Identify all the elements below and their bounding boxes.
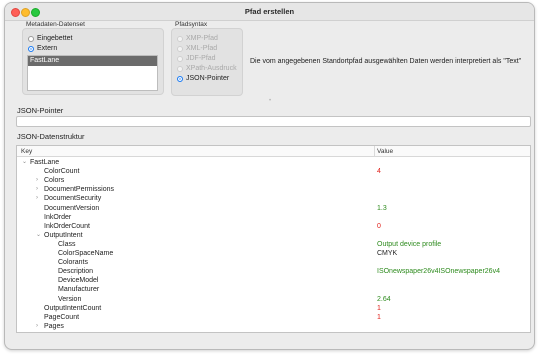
tree-row[interactable]: Manufacturer xyxy=(17,285,530,294)
row-key: ColorSpaceName xyxy=(58,250,114,257)
tree-row[interactable]: Colorants xyxy=(17,258,530,267)
tree-row[interactable]: OutputIntentCount 1 xyxy=(17,304,530,313)
row-key: DeviceModel xyxy=(58,277,99,285)
tree-row[interactable]: ⌄ FastLane xyxy=(17,158,530,167)
tree-row[interactable]: Class Output device profile xyxy=(17,240,530,249)
column-divider[interactable] xyxy=(374,146,375,156)
radio-label: XMP-Pfad xyxy=(186,35,218,42)
json-structure-label: JSON-Datenstruktur xyxy=(17,132,85,141)
disclosure-closed-icon[interactable]: › xyxy=(36,194,38,203)
row-key: Colors xyxy=(44,177,65,185)
tree-row[interactable]: Version 2.64 xyxy=(17,295,530,304)
row-key: Pages xyxy=(44,322,64,330)
radio-extern[interactable]: Extern xyxy=(28,45,57,52)
radio-button-selected-icon xyxy=(177,75,183,82)
radio-button-selected-icon xyxy=(28,45,34,52)
row-value: 0 xyxy=(377,222,381,230)
dataset-list[interactable]: FastLane xyxy=(27,55,158,91)
radio-eingebettet[interactable]: Eingebettet xyxy=(28,35,72,42)
json-pointer-label: JSON-Pointer xyxy=(17,106,64,115)
row-key: PageCount xyxy=(44,313,80,321)
row-key: Description xyxy=(58,268,94,276)
radio-json-pointer[interactable]: JSON-Pointer xyxy=(177,75,229,82)
row-key: ColorCount xyxy=(44,168,80,176)
column-header-value[interactable]: Value xyxy=(377,148,393,155)
row-value: 2.64 xyxy=(377,295,391,303)
radio-xpath-ausdruck[interactable]: XPath-Ausdruck xyxy=(177,65,237,72)
row-value: Output device profile xyxy=(377,240,442,248)
disclosure-open-icon[interactable]: ⌄ xyxy=(36,231,41,240)
row-key: InkOrder xyxy=(44,213,72,221)
disclosure-open-icon[interactable]: ⌄ xyxy=(22,158,27,167)
row-key: DocumentSecurity xyxy=(44,195,102,203)
row-value: CMYK xyxy=(377,250,398,257)
disclosure-closed-icon[interactable]: › xyxy=(36,176,38,185)
radio-button-icon xyxy=(177,45,183,52)
metadata-group-label: Metadaten-Datenset xyxy=(26,21,85,28)
tree-header: Key Value xyxy=(17,146,530,157)
row-key: InkOrderCount xyxy=(44,222,90,230)
tree-row[interactable]: ⌄ OutputIntent xyxy=(17,231,530,240)
title-bar: Pfad erstellen xyxy=(5,3,534,21)
row-value: 1 xyxy=(377,313,381,321)
tree-row[interactable]: DocumentVersion 1.3 xyxy=(17,204,530,213)
row-key: Colorants xyxy=(58,259,88,267)
tree-row[interactable]: ColorSpaceName CMYK xyxy=(17,249,530,258)
window-title: Pfad erstellen xyxy=(244,7,295,16)
row-key: Version xyxy=(58,295,82,303)
radio-label: XML-Pfad xyxy=(186,45,218,52)
interpretation-info-text: Die vom angegebenen Standortpfad ausgewä… xyxy=(250,58,522,65)
row-value: ISOnewspaper26v4ISOnewspaper26v4 xyxy=(377,268,500,276)
split-handle-icon[interactable]: • xyxy=(269,98,271,104)
row-key: OutputIntent xyxy=(44,231,83,239)
column-header-key[interactable]: Key xyxy=(21,148,32,155)
radio-button-icon xyxy=(28,35,34,42)
radio-label: JSON-Pointer xyxy=(186,75,230,82)
row-key: DocumentVersion xyxy=(44,204,100,212)
json-structure-tree[interactable]: Key Value ⌄ FastLane ColorCount 4 › Colors › Do… xyxy=(16,145,531,333)
row-key: Class xyxy=(58,240,76,248)
json-pointer-input[interactable] xyxy=(16,116,531,127)
tree-row[interactable]: InkOrder xyxy=(17,213,530,222)
radio-jdf-pfad[interactable]: JDF-Pfad xyxy=(177,55,216,62)
row-value: 4 xyxy=(377,168,381,176)
tree-row[interactable]: Description ISOnewspaper26v4ISOnewspaper2… xyxy=(17,267,530,276)
list-item-fastlane[interactable]: FastLane xyxy=(28,56,157,66)
tree-row[interactable]: › Pages xyxy=(17,322,530,331)
radio-label: Extern xyxy=(37,45,58,52)
radio-button-icon xyxy=(177,35,183,42)
radio-button-icon xyxy=(177,55,183,62)
radio-xml-pfad[interactable]: XML-Pfad xyxy=(177,45,217,52)
disclosure-closed-icon[interactable]: › xyxy=(36,185,38,194)
radio-button-icon xyxy=(177,65,183,72)
row-key: OutputIntentCount xyxy=(44,304,102,312)
radio-label: JDF-Pfad xyxy=(186,55,216,62)
tree-row[interactable]: PageCount 1 xyxy=(17,313,530,322)
syntax-group-box: XMP-Pfad XML-Pfad JDF-Pfad XPath-Ausdruc… xyxy=(171,28,243,96)
row-key: DocumentPermissions xyxy=(44,186,115,194)
radio-label: XPath-Ausdruck xyxy=(186,65,237,72)
dialog-window: Pfad erstellen Metadaten-Datenset Eingeb… xyxy=(4,2,535,350)
row-key: FastLane xyxy=(30,159,60,166)
radio-label: Eingebettet xyxy=(37,35,73,42)
tree-row[interactable]: › DocumentPermissions xyxy=(17,185,530,194)
metadata-group-box: Eingebettet Extern FastLane xyxy=(22,28,164,95)
row-value: 1.3 xyxy=(377,204,387,212)
syntax-group-label: Pfadsyntax xyxy=(175,21,208,28)
disclosure-closed-icon[interactable]: › xyxy=(36,322,38,331)
row-value: 1 xyxy=(377,304,381,312)
tree-row[interactable]: › Colors xyxy=(17,176,530,185)
tree-row[interactable]: DeviceModel xyxy=(17,276,530,285)
radio-xmp-pfad[interactable]: XMP-Pfad xyxy=(177,35,218,42)
tree-row[interactable]: InkOrderCount 0 xyxy=(17,222,530,231)
tree-row[interactable]: ColorCount 4 xyxy=(17,167,530,176)
tree-row[interactable]: › DocumentSecurity xyxy=(17,194,530,203)
row-key: Manufacturer xyxy=(58,286,100,294)
